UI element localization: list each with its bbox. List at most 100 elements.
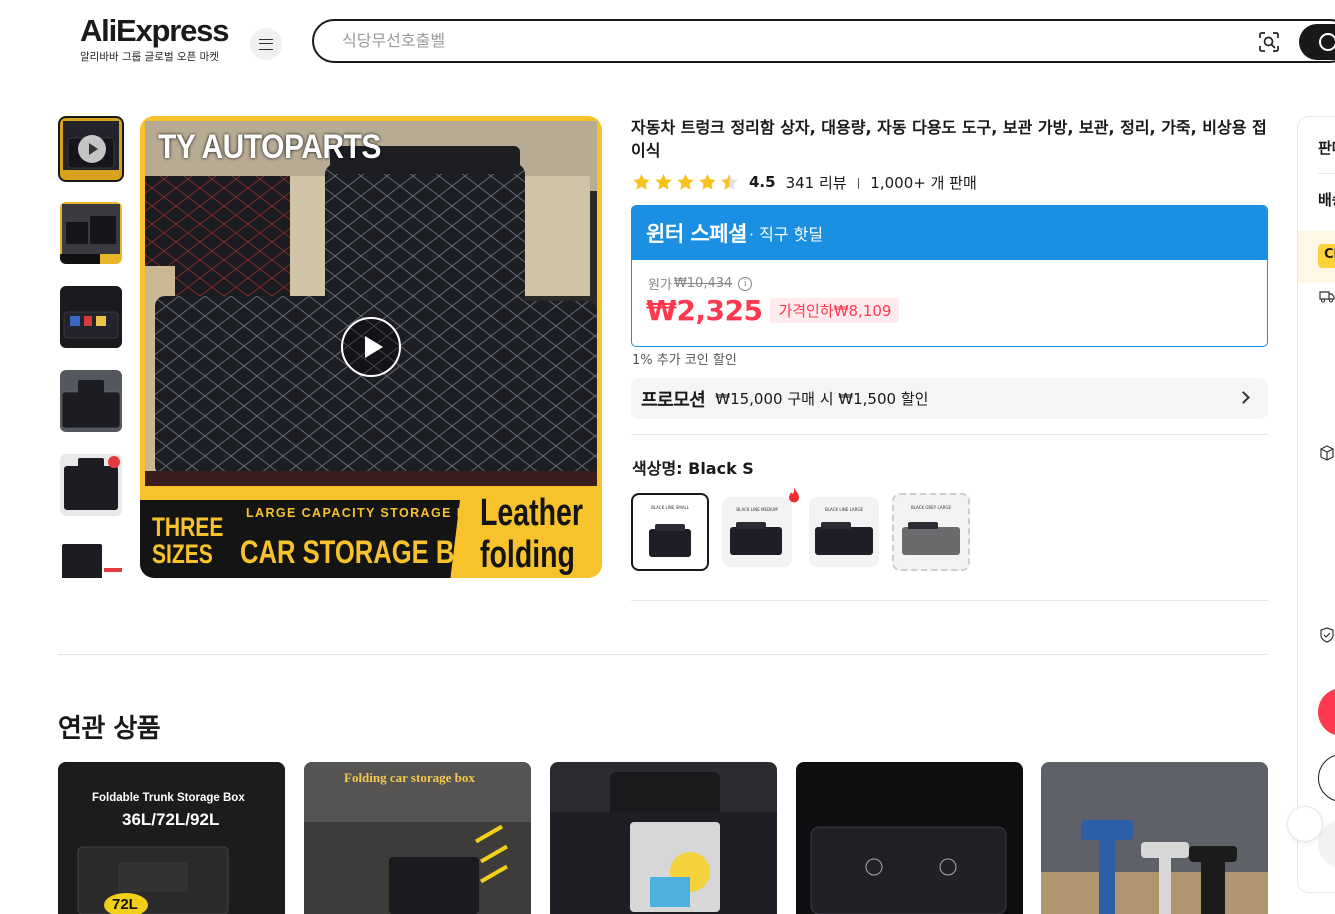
brand-label: TY AUTOPARTS	[158, 128, 381, 166]
swatch-caption: BLACK LINE LARGE	[824, 507, 864, 512]
star-icon	[633, 173, 650, 190]
related-product-card[interactable]	[550, 762, 777, 914]
play-icon	[78, 135, 106, 163]
sold-count: 1,000+ 개 판매	[870, 173, 977, 192]
shield-check-icon	[1320, 627, 1334, 643]
floating-action-button[interactable]	[1287, 806, 1323, 842]
star-icon	[699, 173, 716, 190]
swatch-image	[815, 522, 873, 555]
half-star-icon	[721, 173, 738, 190]
rating-row: 4.5 341 리뷰 | 1,000+ 개 판매	[632, 172, 977, 192]
promotion-text: ₩15,000 구매 시 ₩1,500 할인	[715, 390, 929, 408]
large-capacity-text: LARGE CAPACITY STORAGE BOX	[246, 506, 488, 520]
divider	[1318, 173, 1335, 174]
card-caption-sizes: 36L/72L/92L	[122, 810, 220, 829]
search-icon	[1319, 33, 1335, 51]
thumbnail[interactable]	[60, 286, 122, 348]
search-button[interactable]	[1299, 24, 1335, 60]
promotion-tag: 프로모션	[641, 389, 706, 411]
swatch-image	[649, 524, 691, 557]
info-icon[interactable]: i	[738, 276, 753, 291]
truck-icon	[1319, 291, 1335, 303]
card-caption: Folding car storage box	[344, 770, 475, 785]
search-input[interactable]	[342, 31, 1222, 50]
thumbnail-image	[60, 286, 122, 348]
three-sizes-text: THREE SIZES	[152, 512, 224, 569]
thumbnail-image	[60, 202, 122, 264]
hamburger-icon	[259, 38, 273, 50]
original-label: 원가	[648, 278, 672, 293]
thumbnail-list	[58, 116, 124, 578]
choice-badge: Ch	[1318, 244, 1335, 268]
thumbnail[interactable]	[60, 370, 122, 432]
color-option-black-s[interactable]: BLACK LINE SMALL	[631, 493, 709, 571]
leather-folding-text: Leather folding	[480, 492, 583, 576]
card-badge: 72L	[112, 896, 138, 913]
aliexpress-logo[interactable]: AliExpress 알리바바 그룹 글로벌 오픈 마켓	[80, 14, 230, 64]
swatch-image	[730, 522, 782, 555]
swatch-caption: BLACK LINE MEDIUM	[736, 507, 778, 512]
price-row: ₩2,325 가격인하₩8,109	[646, 294, 900, 327]
star-icon	[655, 173, 672, 190]
thumbnail-image	[60, 538, 122, 578]
swatch-caption: BLACK GREY LARGE	[910, 505, 951, 510]
side-panel-seller[interactable]: 판매	[1318, 137, 1335, 158]
product-title: 자동차 트렁크 정리함 상자, 대용량, 자동 다용도 도구, 보관 가방, 보…	[631, 118, 1267, 160]
fire-icon	[789, 487, 799, 503]
thumbnail-video[interactable]	[58, 116, 124, 182]
logo-text: AliExpress	[80, 13, 229, 48]
deal-header: 윈터 스페셜 · 직구 핫딜	[632, 206, 1267, 260]
buy-now-button[interactable]	[1318, 688, 1335, 736]
add-to-cart-button[interactable]	[1318, 754, 1335, 802]
rating-value: 4.5	[749, 173, 776, 191]
main-product-image[interactable]: TY AUTOPARTS THREE SIZES LARGE CAPACITY …	[140, 116, 602, 578]
deal-subtitle: · 직구 핫딜	[748, 225, 824, 244]
related-product-card[interactable]: Folding car storage box	[304, 762, 531, 914]
video-play-button[interactable]	[341, 317, 401, 377]
star-rating[interactable]	[632, 173, 739, 191]
thumbnail[interactable]	[60, 454, 122, 516]
swatch-image	[902, 522, 960, 555]
discount-badge: 가격인하₩8,109	[770, 298, 900, 323]
thumbnail-image	[60, 454, 122, 516]
related-product-card[interactable]	[796, 762, 1023, 914]
separator: |	[856, 175, 861, 189]
thumbnail[interactable]	[60, 538, 122, 578]
menu-button[interactable]	[250, 28, 282, 60]
thumbnail[interactable]	[60, 202, 122, 264]
original-price-row: 원가 ₩10,434 i	[648, 274, 753, 293]
divider	[58, 654, 1268, 655]
camera-search-icon[interactable]	[1258, 31, 1280, 53]
card-caption: Foldable Trunk Storage Box	[92, 792, 245, 804]
box-icon	[1320, 445, 1334, 461]
star-icon	[677, 173, 694, 190]
coin-discount-note: 1% 추가 코인 할인	[632, 353, 737, 368]
purchase-side-panel: 판매 배송 Ch	[1297, 116, 1335, 893]
original-price: ₩10,434	[673, 276, 733, 291]
product-thumbnail	[58, 762, 285, 914]
color-option-black-m[interactable]: BLACK LINE MEDIUM	[722, 497, 792, 567]
car-storage-text: CAR STORAGE BOX	[240, 534, 492, 570]
product-thumbnail	[796, 762, 1023, 914]
color-label: 색상명: Black S	[632, 459, 754, 478]
product-thumbnail	[550, 762, 777, 914]
promotion-bar[interactable]: 프로모션 ₩15,000 구매 시 ₩1,500 할인	[631, 378, 1268, 419]
color-option-black-l[interactable]: BLACK LINE LARGE	[809, 497, 879, 567]
thumbnail-image	[60, 370, 122, 432]
review-count[interactable]: 341 리뷰	[786, 172, 847, 193]
sale-price: ₩2,325	[646, 294, 763, 327]
logo-tagline: 알리바바 그룹 글로벌 오픈 마켓	[80, 51, 219, 63]
product-thumbnail	[1041, 762, 1268, 914]
related-products-title: 연관 상품	[58, 714, 161, 744]
swatch-caption: BLACK LINE SMALL	[651, 505, 689, 510]
divider	[631, 434, 1268, 435]
chevron-right-icon	[1237, 391, 1250, 404]
related-product-card[interactable]	[1041, 762, 1268, 914]
related-product-card[interactable]: Foldable Trunk Storage Box 36L/72L/92L 7…	[58, 762, 285, 914]
divider	[631, 600, 1268, 601]
deal-box: 윈터 스페셜 · 직구 핫딜 원가 ₩10,434 i ₩2,325 가격인하₩…	[631, 205, 1268, 347]
side-panel-shipping[interactable]: 배송	[1318, 189, 1335, 210]
search-bar[interactable]	[312, 19, 1335, 63]
deal-title: 윈터 스페셜	[646, 222, 747, 246]
color-option-grey-l[interactable]: BLACK GREY LARGE	[892, 493, 970, 571]
